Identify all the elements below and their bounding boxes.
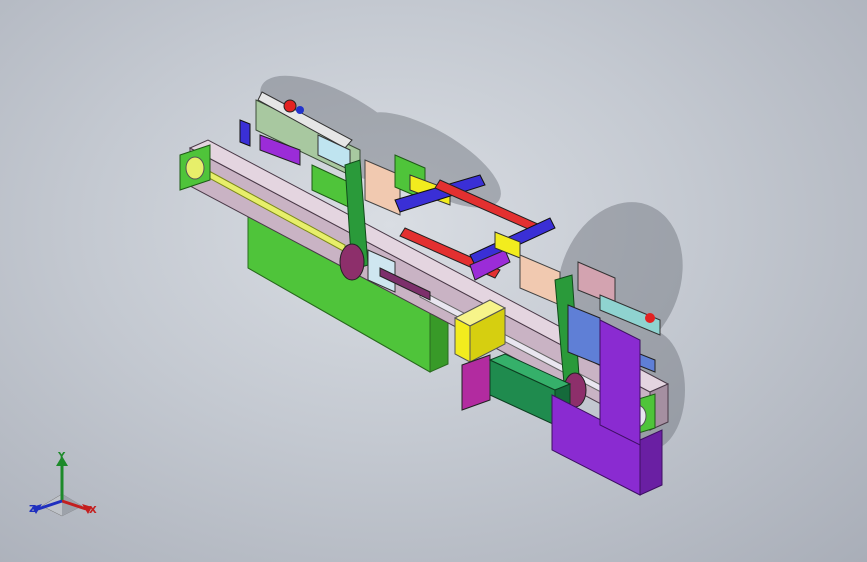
machine-assembly-model[interactable] [0, 0, 867, 562]
y-axis-label: Y [58, 451, 66, 462]
x-axis-label: X [89, 505, 97, 516]
cad-viewport[interactable]: Y Z X [0, 0, 867, 562]
y-axis-arrow [56, 456, 68, 501]
z-axis-label: Z [29, 504, 37, 515]
